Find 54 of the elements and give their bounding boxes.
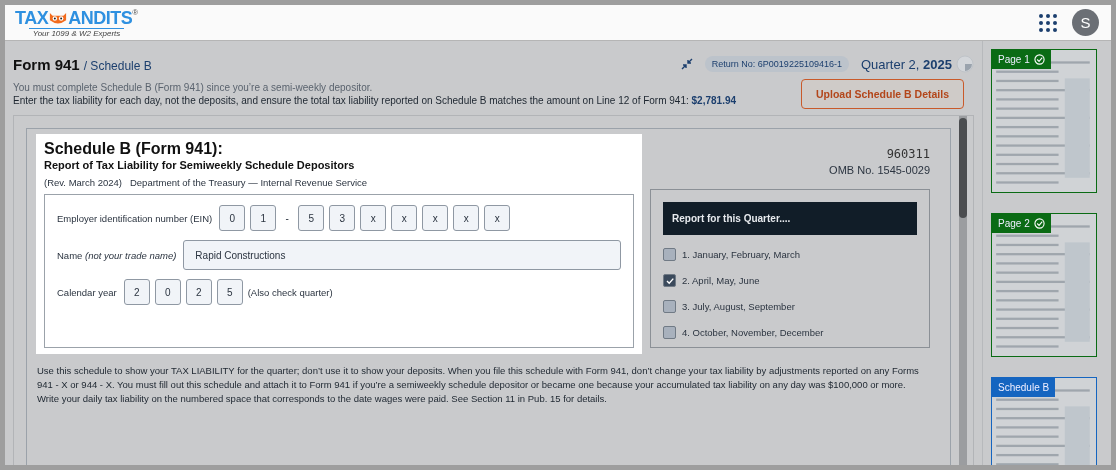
digit-field[interactable]: 0: [219, 205, 246, 231]
form-code: 960311: [886, 147, 930, 161]
thumbnail-label: Schedule B: [992, 378, 1056, 397]
name-field[interactable]: Rapid Constructions: [183, 240, 621, 270]
digit-field[interactable]: x: [453, 205, 480, 231]
quarter-label: Quarter 2, 2025: [860, 56, 952, 72]
scrollbar-thumb[interactable]: [959, 118, 967, 218]
digit-field[interactable]: 5: [298, 205, 325, 231]
page-thumbnail[interactable]: Page 1: [991, 49, 1097, 193]
digit-field[interactable]: x: [484, 205, 511, 231]
revision-text: (Rev. March 2024): [44, 177, 122, 188]
pie-icon: [956, 55, 974, 73]
digit-field[interactable]: x: [422, 205, 449, 231]
page-title: Form 941: [13, 55, 80, 73]
thumbnail-label: Page 2: [992, 214, 1051, 233]
page-thumbnail[interactable]: Page 2: [991, 213, 1097, 357]
separator-text: -: [284, 212, 290, 224]
page-thumbnail[interactable]: Schedule B: [991, 377, 1097, 465]
digit-field[interactable]: 2: [123, 279, 150, 305]
digit-field[interactable]: 1: [250, 205, 277, 231]
checkbox[interactable]: [663, 248, 676, 261]
digit-field[interactable]: x: [360, 205, 387, 231]
checkbox[interactable]: [663, 326, 676, 339]
collapse-icon[interactable]: [680, 58, 693, 70]
quarter-option[interactable]: 3. July, August, September: [682, 301, 795, 312]
digit-field[interactable]: x: [391, 205, 418, 231]
apps-grid-icon[interactable]: [1038, 12, 1058, 33]
info-text: You must complete Schedule B (Form 941) since you’re a semi-weekly depositor.: [13, 82, 374, 93]
field-label: Name (not your trade name): [57, 249, 177, 261]
hint-text: (Also check quarter): [247, 286, 333, 298]
form-subtitle: Report of Tax Liability for Semiweekly Schedule Depositors: [44, 159, 356, 171]
digit-field[interactable]: 0: [154, 279, 181, 305]
omb-number: OMB No. 1545-0029: [829, 164, 930, 176]
department-text: Department of the Treasury — Internal Revenue Service: [129, 177, 368, 188]
form-title: Schedule B (Form 941):: [44, 140, 224, 158]
avatar[interactable]: S: [1072, 9, 1099, 36]
instruction-text: Enter the tax liability for each day, not the deposits, and ensure the total tax liability reported on Schedule B matches the amount on Line 12 of Form 941:: [13, 95, 689, 106]
digit-field[interactable]: 5: [216, 279, 243, 305]
breadcrumb-link[interactable]: / Schedule B: [83, 58, 152, 73]
digit-field[interactable]: 2: [185, 279, 212, 305]
amount-text: $2,781.94: [691, 95, 737, 106]
quarter-option[interactable]: 2. April, May, June: [682, 275, 760, 286]
return-number-badge: Return No: 6P0019225109416-1: [704, 56, 849, 72]
field-label: Employer identification number (EIN): [57, 212, 213, 224]
logo[interactable]: TAX ANDITS$^{®}$ Your 1099 & W2 Experts: [15, 7, 139, 38]
quarter-option[interactable]: 1. January, February, March: [682, 249, 800, 260]
instructions-text: Use this schedule to show your TAX LIABILITY for the quarter; don’t use it to show your deposits. When you file this schedule with Form 941, don’t change your tax liability by adjustments reported on any Forms 941 - X or 944 - X. You must fill out this schedule and attach it to Form 941 if you’re a semiweekly schedule depositor or became one because your accumulated tax liability on any day was $100,000 or more. Write your daily tax liability on the numbered space that corresponds to the date wages were paid. See Section 11 in Pub. 15 for details.: [37, 364, 920, 406]
thumbnail-label: Page 1: [992, 50, 1051, 69]
digit-field[interactable]: 3: [329, 205, 356, 231]
quarter-option[interactable]: 4. October, November, December: [682, 327, 824, 338]
checkbox[interactable]: [663, 300, 676, 313]
field-label: Calendar year: [57, 286, 117, 298]
quarter-heading: Report for this Quarter....: [663, 202, 917, 235]
checkbox[interactable]: [663, 274, 676, 287]
